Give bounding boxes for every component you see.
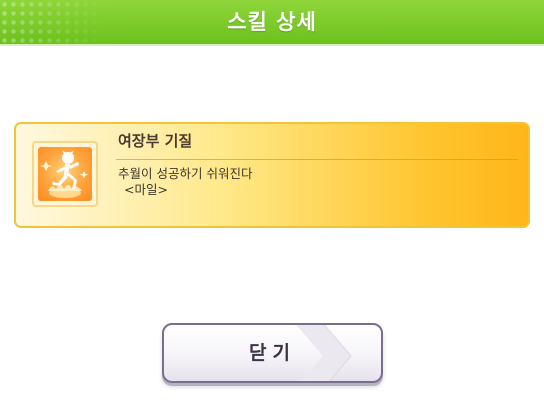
- title-bar: 스킬 상세: [0, 0, 544, 44]
- header-divider: [0, 44, 544, 46]
- skill-description: 추월이 성공하기 쉬워진다: [118, 166, 253, 181]
- dialog-title: 스킬 상세: [227, 10, 317, 34]
- skill-condition: <마일>: [124, 182, 168, 197]
- skill-divider: [116, 159, 518, 160]
- close-button-label: 닫기: [249, 342, 296, 364]
- skill-name: 여장부 기질: [118, 132, 193, 150]
- close-button[interactable]: 닫기: [162, 323, 383, 383]
- running-figure-icon: [38, 147, 92, 201]
- skill-icon-frame: [32, 141, 98, 207]
- skill-card: 여장부 기질 추월이 성공하기 쉬워진다 <마일>: [14, 122, 530, 228]
